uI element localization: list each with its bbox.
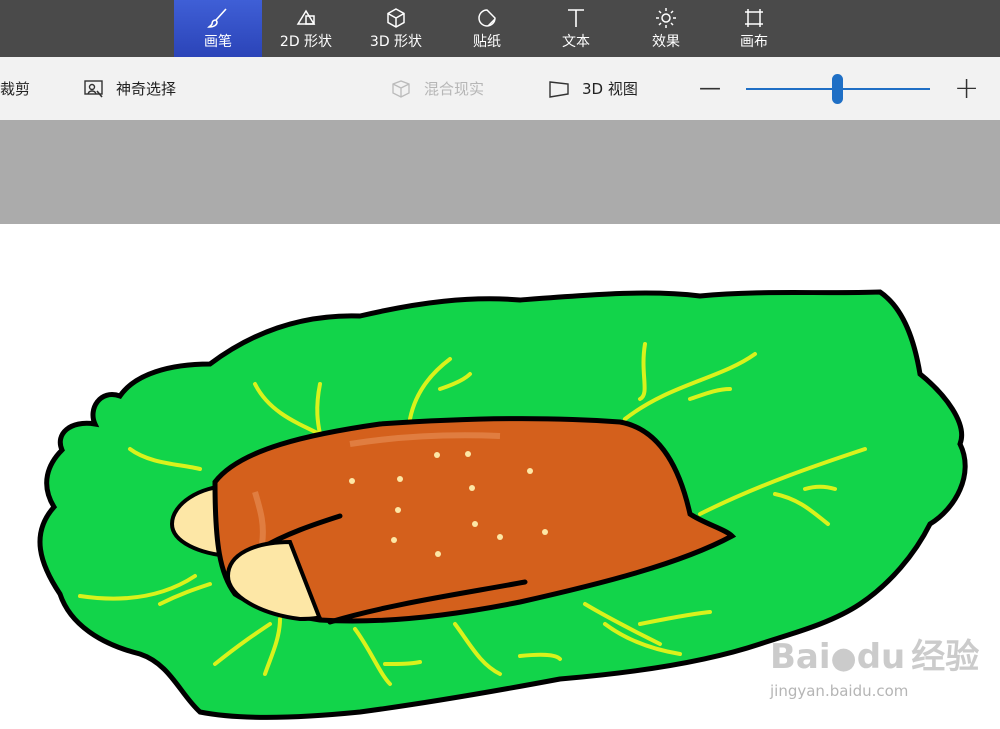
mixed-reality-button[interactable]: 混合现实 bbox=[390, 57, 484, 120]
watermark-url: jingyan.baidu.com bbox=[770, 682, 909, 700]
watermark-brand: Bai●du 经验 bbox=[770, 629, 979, 678]
drawing-canvas[interactable]: Bai●du 经验 jingyan.baidu.com bbox=[0, 224, 1000, 729]
mixed-reality-label: 混合现实 bbox=[424, 80, 485, 98]
zoom-out-button[interactable]: — bbox=[699, 57, 721, 120]
zoom-slider-thumb[interactable] bbox=[832, 74, 843, 104]
tab-label: 贴纸 bbox=[473, 34, 501, 50]
magic-select-icon bbox=[84, 79, 103, 98]
zoom-in-button[interactable]: + bbox=[954, 57, 979, 120]
paw-icon: ● bbox=[830, 641, 857, 676]
tab-stickers[interactable]: 贴纸 bbox=[443, 0, 531, 57]
3d-shapes-icon bbox=[387, 8, 405, 28]
watermark-brand-text-2: du bbox=[856, 637, 906, 677]
plus-icon: + bbox=[954, 71, 980, 106]
2d-shapes-icon bbox=[296, 9, 316, 25]
crop-label: 裁剪 bbox=[0, 80, 31, 98]
text-icon bbox=[568, 9, 584, 27]
3d-view-label: 3D 视图 bbox=[582, 80, 638, 98]
crop-button[interactable]: 裁剪 bbox=[0, 57, 30, 120]
tab-label: 文本 bbox=[562, 34, 590, 50]
workspace-background bbox=[0, 120, 1000, 224]
magic-select-label: 神奇选择 bbox=[116, 80, 177, 98]
top-tab-bar: 画笔 2D 形状 3D 形状 贴纸 文本 效果 画布 bbox=[0, 0, 1000, 57]
minus-icon: — bbox=[699, 76, 721, 101]
tab-label: 画笔 bbox=[204, 34, 232, 50]
tab-text[interactable]: 文本 bbox=[532, 0, 620, 57]
tab-brushes[interactable]: 画笔 bbox=[174, 0, 262, 57]
sticker-icon bbox=[478, 9, 496, 27]
tab-label: 效果 bbox=[652, 34, 680, 50]
3d-view-button[interactable]: 3D 视图 bbox=[548, 57, 638, 120]
canvas-icon bbox=[745, 9, 763, 27]
effects-icon bbox=[656, 8, 676, 28]
watermark-brand-text: Bai bbox=[770, 637, 831, 677]
tab-label: 3D 形状 bbox=[369, 34, 423, 50]
3d-view-icon bbox=[549, 80, 569, 98]
mixed-reality-icon bbox=[392, 79, 410, 98]
magic-select-button[interactable]: 神奇选择 bbox=[84, 57, 176, 120]
tab-canvas[interactable]: 画布 bbox=[710, 0, 798, 57]
watermark-cn: 经验 bbox=[911, 637, 980, 677]
tab-effects[interactable]: 效果 bbox=[622, 0, 710, 57]
tab-3d-shapes[interactable]: 3D 形状 bbox=[352, 0, 440, 57]
tab-label: 2D 形状 bbox=[279, 34, 333, 50]
tab-2d-shapes[interactable]: 2D 形状 bbox=[262, 0, 350, 57]
brush-icon bbox=[207, 8, 227, 28]
tab-label: 画布 bbox=[740, 34, 768, 50]
